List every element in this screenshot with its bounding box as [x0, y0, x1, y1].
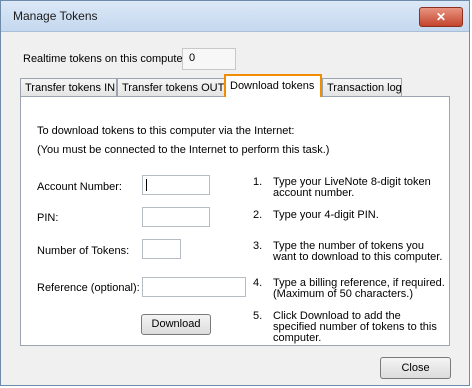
tab-transfer-in[interactable]: Transfer tokens IN	[20, 78, 117, 96]
step-number: 2.	[253, 209, 263, 221]
manage-tokens-dialog: Manage Tokens ✕ Realtime tokens on this …	[0, 0, 470, 386]
tab-download-tokens[interactable]: Download tokens	[224, 74, 322, 97]
account-number-label: Account Number:	[37, 181, 122, 193]
reference-input[interactable]	[142, 277, 246, 297]
pin-label: PIN:	[37, 212, 59, 224]
number-of-tokens-label: Number of Tokens:	[37, 245, 130, 257]
pin-input[interactable]	[142, 207, 210, 227]
reference-label: Reference (optional):	[37, 282, 140, 294]
download-tokens-panel: To download tokens to this computer via …	[20, 96, 450, 346]
account-number-input[interactable]	[142, 175, 210, 195]
text-caret	[146, 179, 147, 191]
step-number: 5.	[253, 310, 263, 322]
intro-text: To download tokens to this computer via …	[37, 125, 295, 137]
number-of-tokens-input[interactable]	[142, 239, 181, 259]
realtime-tokens-label: Realtime tokens on this computer:	[23, 53, 190, 65]
tab-transaction-log[interactable]: Transaction log	[322, 78, 402, 96]
step-text: Type the number of tokens you want to do…	[273, 240, 443, 263]
connection-note: (You must be connected to the Internet t…	[37, 144, 330, 156]
realtime-tokens-value: 0	[182, 48, 236, 70]
step-text: Type a billing reference, if required. (…	[273, 277, 445, 300]
close-button[interactable]: Close	[380, 357, 451, 379]
step-number: 1.	[253, 176, 263, 188]
download-button[interactable]: Download	[141, 314, 211, 335]
title-bar: Manage Tokens ✕	[1, 1, 469, 32]
step-number: 3.	[253, 240, 263, 252]
step-text: Type your 4-digit PIN.	[273, 209, 379, 221]
step-text: Type your LiveNote 8-digit token account…	[273, 176, 431, 199]
step-number: 4.	[253, 277, 263, 289]
close-icon[interactable]: ✕	[419, 7, 463, 27]
tab-transfer-out[interactable]: Transfer tokens OUT	[117, 78, 225, 96]
step-text: Click Download to add the specified numb…	[273, 310, 437, 344]
window-title: Manage Tokens	[13, 9, 98, 23]
